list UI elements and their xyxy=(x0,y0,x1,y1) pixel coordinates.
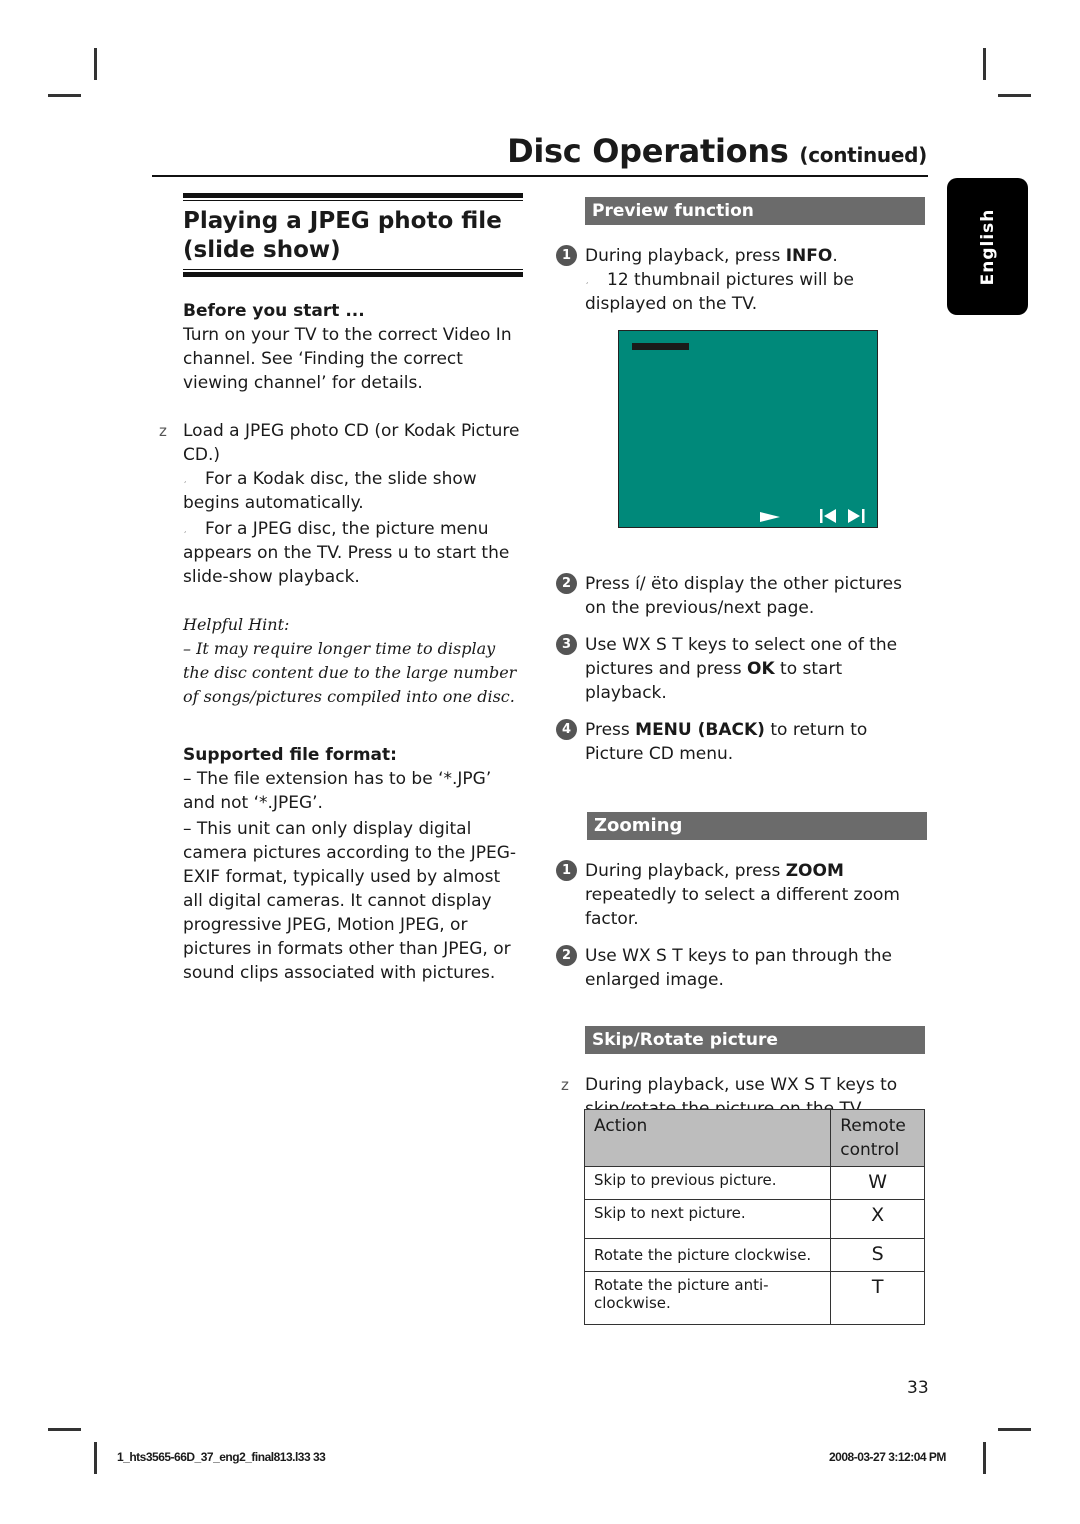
step-text: . xyxy=(832,246,838,266)
table-row: Rotate the picture clockwise. S xyxy=(583,1238,925,1272)
table-row: Skip to next picture. X xyxy=(583,1199,925,1239)
step-number-icon: 1 xyxy=(556,860,577,881)
section-title-line2: (slide show) xyxy=(183,237,341,263)
remote-control-table: Action Remote control Skip to previous p… xyxy=(583,1109,925,1325)
next-icon xyxy=(848,509,865,523)
crop-mark xyxy=(983,48,986,80)
step-result: ¸ 12 thumbnail pictures will be displayed… xyxy=(585,268,928,316)
crop-mark xyxy=(94,48,97,80)
zoom-step-1: 1 During playback, press ZOOM repeatedly… xyxy=(556,859,928,931)
crop-mark xyxy=(998,94,1031,97)
section-rule-top-thin xyxy=(183,200,523,201)
step-text: Press í/ ëto display the other pictures … xyxy=(585,574,902,618)
table-cell-key: X xyxy=(830,1199,925,1239)
page-title-suffix: (continued) xyxy=(799,143,927,167)
bullet-icon: z xyxy=(561,1076,569,1094)
table-header-row: Action Remote control xyxy=(583,1109,925,1167)
skip-heading: Skip/Rotate picture xyxy=(585,1026,925,1054)
step-number-icon: 2 xyxy=(556,573,577,594)
table-cell-action: Skip to previous picture. xyxy=(583,1166,832,1200)
page-title: Disc Operations (continued) xyxy=(507,132,927,170)
section-title-line1: Playing a JPEG photo file xyxy=(183,208,502,234)
left-column: Playing a JPEG photo file (slide show) B… xyxy=(159,193,523,985)
hint-text: – It may require longer time to display … xyxy=(183,639,517,706)
key-ok: OK xyxy=(747,659,775,679)
section-rule-top xyxy=(183,193,523,198)
key-menu-back: MENU (BACK) xyxy=(635,720,765,740)
jpeg-item: ¸ For a JPEG disc, the picture menu appea… xyxy=(183,517,523,589)
step-text: Use WX S T keys to pan through the enlar… xyxy=(585,946,892,990)
table-cell-action: Skip to next picture. xyxy=(583,1199,832,1239)
previous-icon xyxy=(820,509,836,523)
crop-mark xyxy=(998,1428,1031,1431)
footer-file: 1_hts3565-66D_37_eng2_final813.l33 33 xyxy=(117,1450,326,1464)
before-heading: Before you start ... xyxy=(183,301,365,321)
key-info: INFO xyxy=(785,246,833,266)
crop-mark xyxy=(48,94,81,97)
section-rule-bottom-thin xyxy=(183,269,523,270)
step-text: Use WX S T keys to select one of the pic… xyxy=(585,635,898,679)
key-zoom: ZOOM xyxy=(785,861,844,881)
step-number-icon: 4 xyxy=(556,719,577,740)
step-number-icon: 1 xyxy=(556,245,577,266)
bullet-icon: z xyxy=(159,422,167,440)
step-number-icon: 3 xyxy=(556,634,577,655)
preview-step-3: 3 Use WX S T keys to select one of the p… xyxy=(556,633,928,705)
page-title-text: Disc Operations xyxy=(507,132,789,170)
table-header-remote: Remote control xyxy=(830,1109,925,1167)
language-tab-label: English xyxy=(977,208,998,285)
zoom-step-2: 2 Use WX S T keys to pan through the enl… xyxy=(556,944,928,992)
crop-mark xyxy=(48,1428,81,1431)
format-heading: Supported file format: xyxy=(183,745,397,765)
footer-timestamp: 2008-03-27 3:12:04 PM xyxy=(829,1450,946,1464)
language-tab: English xyxy=(947,178,1028,315)
step-text: During playback, press xyxy=(585,246,786,266)
table-row: Skip to previous picture. W xyxy=(583,1166,925,1200)
step-number-icon: 2 xyxy=(556,945,577,966)
table-cell-action: Rotate the picture clockwise. xyxy=(583,1238,832,1272)
preview-heading: Preview function xyxy=(585,197,925,225)
tv-title-bar xyxy=(632,343,689,350)
kodak-text: For a Kodak disc, the slide show begins … xyxy=(183,469,477,513)
step-result-text: 12 thumbnail pictures will be displayed … xyxy=(585,270,855,314)
step-text: repeatedly to select a different zoom fa… xyxy=(585,885,900,929)
kodak-item: ¸ For a Kodak disc, the slide show begins… xyxy=(183,467,523,515)
tv-preview-screen xyxy=(618,330,878,528)
load-text: Load a JPEG photo CD (or Kodak Picture C… xyxy=(183,421,520,465)
preview-step-2: 2 Press í/ ëto display the other picture… xyxy=(556,572,928,620)
zooming-heading: Zooming xyxy=(587,812,927,840)
section-rule-bottom xyxy=(183,272,523,277)
preview-step-1: 1 During playback, press INFO. ¸ 12 thumb… xyxy=(556,244,928,316)
table-cell-key: S xyxy=(830,1238,925,1272)
preview-step-4: 4 Press MENU (BACK) to return to Picture… xyxy=(556,718,928,766)
load-item: z Load a JPEG photo CD (or Kodak Picture… xyxy=(159,419,523,467)
table-row: Rotate the picture anti-clockwise. T xyxy=(583,1271,925,1325)
result-arrow-icon: ¸ xyxy=(183,474,187,483)
format-item-1: – The file extension has to be ‘*.JPG’ a… xyxy=(183,769,492,813)
table-cell-action: Rotate the picture anti-clockwise. xyxy=(583,1271,832,1325)
title-rule xyxy=(152,175,928,177)
before-text: Turn on your TV to the correct Video In … xyxy=(183,325,512,393)
crop-mark xyxy=(983,1442,986,1474)
format-item-2: – This unit can only display digital cam… xyxy=(183,819,517,983)
jpeg-text: For a JPEG disc, the picture menu appear… xyxy=(183,519,510,587)
step-text: Press xyxy=(585,720,636,740)
crop-mark xyxy=(94,1442,97,1474)
table-cell-key: T xyxy=(830,1271,925,1325)
result-arrow-icon: ¸ xyxy=(585,275,589,284)
page-number: 33 xyxy=(907,1378,929,1398)
step-text: During playback, press xyxy=(585,861,786,881)
hint-heading: Helpful Hint: xyxy=(183,615,290,634)
table-cell-key: W xyxy=(830,1166,925,1200)
section-title: Playing a JPEG photo file (slide show) xyxy=(183,207,523,265)
result-arrow-icon: ¸ xyxy=(183,524,187,533)
table-header-action: Action xyxy=(583,1109,832,1167)
play-icon xyxy=(760,512,780,522)
